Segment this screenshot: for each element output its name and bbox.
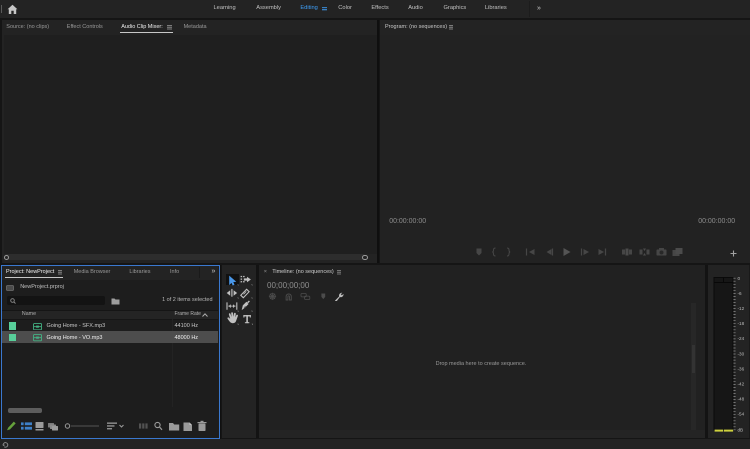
svg-text:-54: -54 bbox=[738, 412, 745, 417]
svg-text:dB: dB bbox=[738, 427, 744, 432]
svg-text:-48: -48 bbox=[738, 397, 745, 402]
svg-text:-6: -6 bbox=[738, 291, 743, 296]
svg-text:-30: -30 bbox=[738, 351, 745, 356]
svg-text:-24: -24 bbox=[738, 336, 745, 341]
svg-text:0: 0 bbox=[738, 276, 741, 281]
svg-text:-42: -42 bbox=[738, 382, 745, 387]
svg-text:-12: -12 bbox=[738, 306, 745, 311]
svg-text:-18: -18 bbox=[738, 321, 745, 326]
svg-text:-36: -36 bbox=[738, 366, 745, 371]
